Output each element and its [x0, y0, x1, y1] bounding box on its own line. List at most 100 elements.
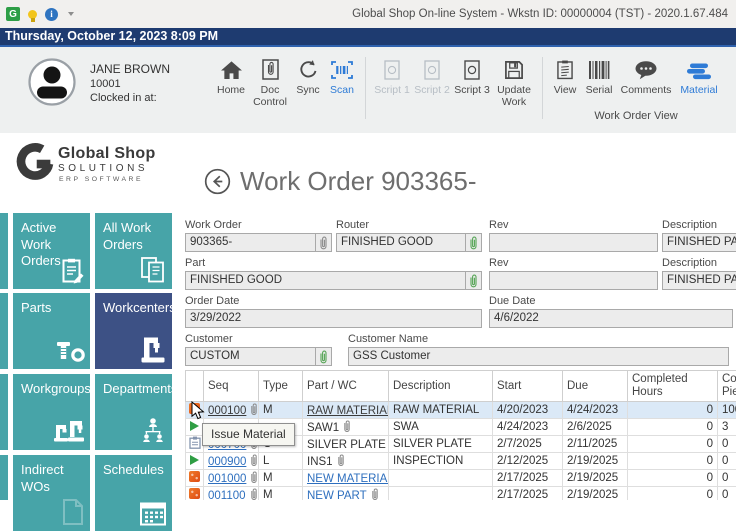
- due-date-input[interactable]: 4/6/2022: [489, 309, 733, 328]
- calendar-icon: [139, 500, 167, 526]
- part-link[interactable]: RAW MATERIAL: [307, 405, 389, 417]
- tile-partial[interactable]: [0, 455, 8, 500]
- dropdown-caret-icon[interactable]: [68, 12, 74, 16]
- attachment-button[interactable]: [465, 234, 481, 251]
- customer-field-group: Customer CUSTOM: [185, 333, 332, 366]
- material-square-icon[interactable]: [189, 488, 200, 499]
- sync-icon: [298, 55, 319, 80]
- sidebar-item-schedules[interactable]: Schedules: [95, 455, 172, 531]
- play-icon[interactable]: [190, 455, 199, 465]
- view-button[interactable]: View: [549, 55, 581, 96]
- seq-link[interactable]: 000100: [208, 405, 246, 417]
- col-completed-pieces[interactable]: Co Pie: [718, 371, 736, 402]
- rev2-field-group: Rev: [489, 257, 658, 290]
- toolbar-separator: [542, 57, 543, 119]
- col-type[interactable]: Type: [259, 371, 303, 402]
- description-input[interactable]: FINISHED PART: [662, 233, 736, 252]
- back-button[interactable]: [204, 168, 231, 195]
- field-label: Due Date: [489, 295, 733, 307]
- paperclip-icon[interactable]: [250, 403, 258, 416]
- seq-link[interactable]: 001000: [208, 473, 246, 485]
- customer-name-input[interactable]: GSS Customer: [348, 347, 729, 366]
- tooltip: Issue Material: [202, 423, 295, 446]
- paperclip-icon[interactable]: [250, 471, 258, 484]
- datetime-bar: Thursday, October 12, 2023 8:09 PM: [0, 28, 736, 47]
- scan-icon: [330, 55, 354, 80]
- part-link[interactable]: NEW PART: [307, 490, 367, 500]
- tile-partial[interactable]: [0, 293, 8, 369]
- table-row[interactable]: 000900 L INS1 INSPECTION 2/12/2025 2/19/…: [186, 453, 736, 470]
- seq-link[interactable]: 000900: [208, 456, 246, 468]
- col-completed-hours[interactable]: Completed Hours: [628, 371, 718, 402]
- material-square-icon[interactable]: [189, 471, 200, 482]
- material-button[interactable]: Material: [675, 55, 723, 96]
- schedule-icon[interactable]: [189, 436, 201, 449]
- sidebar-item-workgroups[interactable]: Workgroups: [13, 374, 90, 450]
- doc-control-button[interactable]: Doc Control: [249, 55, 291, 108]
- attachment-button[interactable]: [315, 234, 331, 251]
- part-link[interactable]: NEW MATERIAL: [307, 473, 389, 485]
- col-start[interactable]: Start: [493, 371, 563, 402]
- part-input[interactable]: FINISHED GOOD: [185, 271, 482, 290]
- page-title-row: Work Order 903365-: [204, 166, 477, 197]
- script-icon: [464, 55, 480, 80]
- order-date-input[interactable]: 3/29/2022: [185, 309, 482, 328]
- info-icon[interactable]: i: [45, 8, 58, 21]
- field-label: Description: [662, 219, 736, 231]
- scan-button[interactable]: Scan: [325, 55, 359, 96]
- home-button[interactable]: Home: [213, 55, 249, 96]
- save-icon: [504, 55, 524, 80]
- col-description[interactable]: Description: [389, 371, 493, 402]
- speech-bubble-icon: [634, 55, 658, 80]
- sidebar-item-parts[interactable]: Parts: [13, 293, 90, 369]
- router-input[interactable]: FINISHED GOOD: [336, 233, 482, 252]
- machine-icon: [139, 336, 167, 364]
- update-work-button[interactable]: Update Work: [492, 55, 536, 108]
- description2-input[interactable]: FINISHED PART D: [662, 271, 736, 290]
- company-logo: Global Shop SOLUTIONS ERP SOFTWARE: [14, 142, 156, 187]
- user-name: JANE BROWN: [90, 62, 170, 76]
- paperclip-icon[interactable]: [250, 488, 258, 500]
- user-id: 10001: [90, 78, 121, 90]
- paperclip-icon[interactable]: [343, 420, 351, 433]
- col-seq[interactable]: Seq: [204, 371, 259, 402]
- bulb-icon[interactable]: [28, 10, 37, 19]
- attachment-button[interactable]: [465, 272, 481, 289]
- part-field-group: Part FINISHED GOOD: [185, 257, 482, 290]
- work-order-input[interactable]: 903365-: [185, 233, 332, 252]
- customer-input[interactable]: CUSTOM: [185, 347, 332, 366]
- sidebar-item-all-work-orders[interactable]: All Work Orders: [95, 213, 172, 289]
- field-label: Part: [185, 257, 482, 269]
- rev2-input[interactable]: [489, 271, 658, 290]
- tile-partial[interactable]: [0, 213, 8, 289]
- table-row[interactable]: 001000 M NEW MATERIAL 2/17/2025 2/19/202…: [186, 470, 736, 487]
- ghost-doc-icon: [61, 498, 85, 526]
- paperclip-icon[interactable]: [371, 488, 379, 500]
- sync-button[interactable]: Sync: [291, 55, 325, 96]
- order-date-field-group: Order Date 3/29/2022: [185, 295, 482, 328]
- tile-partial[interactable]: [0, 374, 8, 450]
- table-row[interactable]: 001100 M NEW PART 2/17/2025 2/19/2025 0 …: [186, 487, 736, 501]
- work-order-field-group: Work Order 903365-: [185, 219, 332, 252]
- field-label: Customer Name: [348, 333, 729, 345]
- sidebar-item-indirect-wos[interactable]: Indirect WOs: [13, 455, 90, 531]
- sidebar-item-workcenters[interactable]: Workcenters: [95, 293, 172, 369]
- seq-link[interactable]: 001100: [208, 490, 246, 500]
- toolbar-group-label: Work Order View: [549, 110, 723, 122]
- table-row[interactable]: 000100 M RAW MATERIAL RAW MATERIAL 4/20/…: [186, 402, 736, 419]
- paperclip-icon[interactable]: [337, 454, 345, 467]
- avatar[interactable]: [28, 58, 76, 111]
- col-part-wc[interactable]: Part / WC: [303, 371, 389, 402]
- paperclip-icon[interactable]: [250, 454, 258, 467]
- comments-button[interactable]: Comments: [617, 55, 675, 96]
- sidebar-item-departments[interactable]: Departments: [95, 374, 172, 450]
- app-icon[interactable]: G: [6, 7, 20, 21]
- sidebar-item-active-work-orders[interactable]: Active Work Orders: [13, 213, 90, 289]
- serial-button[interactable]: Serial: [581, 55, 617, 96]
- script3-button[interactable]: Script 3: [452, 55, 492, 96]
- rev-input[interactable]: [489, 233, 658, 252]
- col-due[interactable]: Due: [563, 371, 628, 402]
- mouse-cursor-icon: [191, 401, 205, 425]
- logo-tagline: ERP SOFTWARE: [58, 175, 156, 184]
- attachment-button[interactable]: [315, 348, 331, 365]
